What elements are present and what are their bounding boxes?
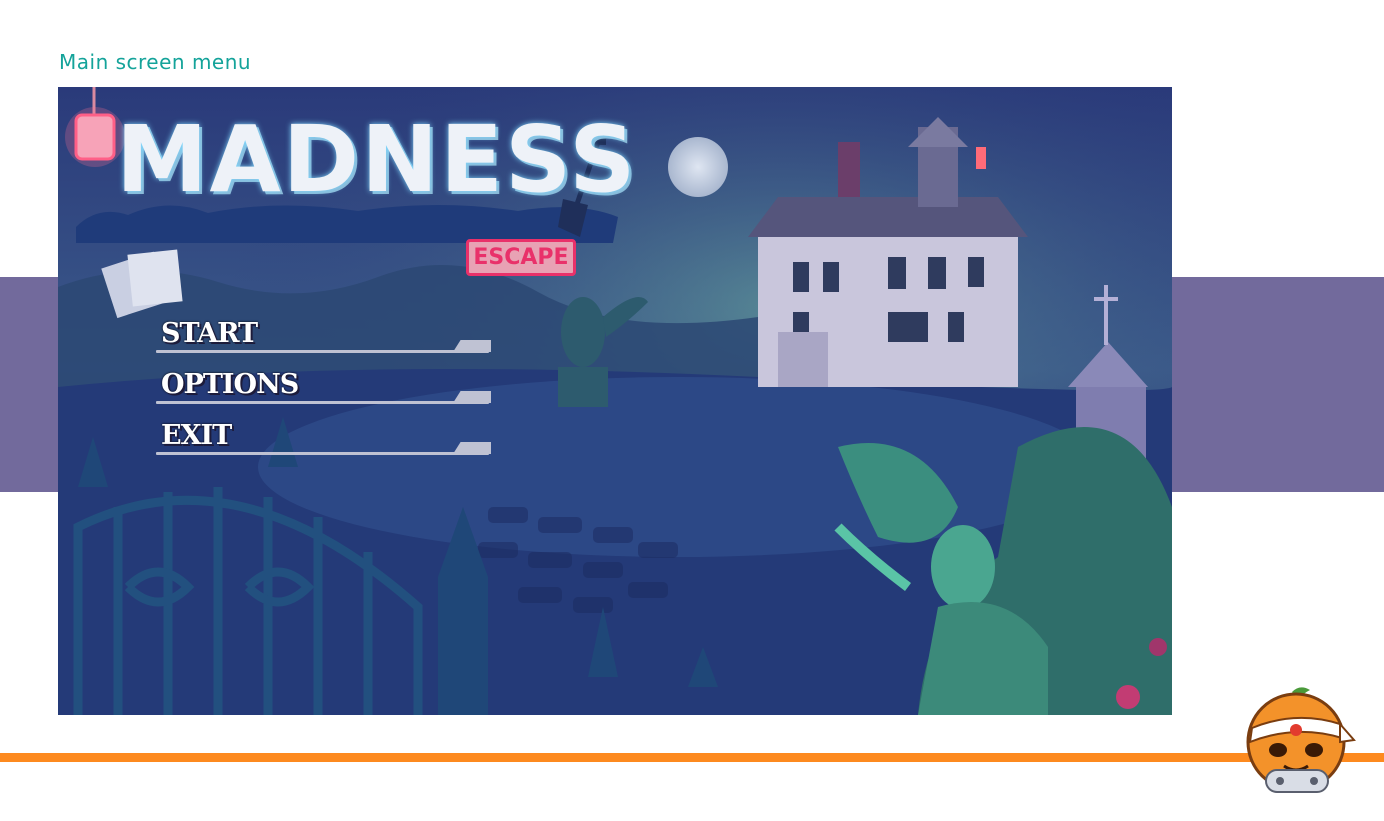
menu-exit-underline: [156, 452, 489, 455]
menu-start-button[interactable]: START: [156, 315, 491, 366]
moon-icon: [668, 137, 728, 197]
menu-exit-button[interactable]: EXIT: [156, 417, 491, 468]
orange-gamepad-mascot-icon: [1246, 687, 1356, 793]
menu-options-label: OPTIONS: [161, 369, 299, 400]
game-screenshot: MADNESS ESCAPE START OPTIONS EXIT: [58, 87, 1172, 715]
menu-start-label: START: [161, 318, 258, 349]
game-logo-title: MADNESS: [116, 106, 638, 213]
accent-line: [0, 753, 1384, 762]
main-menu: START OPTIONS EXIT: [156, 315, 491, 468]
game-logo-subtitle: ESCAPE: [466, 239, 576, 276]
menu-options-underline: [156, 401, 489, 404]
page-caption: Main screen menu: [59, 50, 252, 74]
menu-options-button[interactable]: OPTIONS: [156, 366, 491, 417]
menu-exit-label: EXIT: [161, 420, 232, 451]
menu-start-underline: [156, 350, 489, 353]
